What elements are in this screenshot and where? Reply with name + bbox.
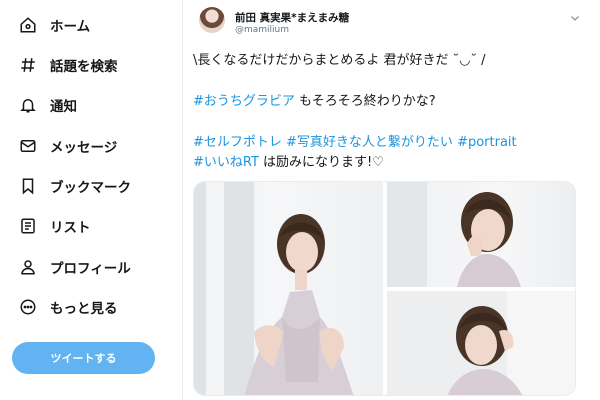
hashtag-link[interactable]: #いいねRT	[193, 155, 259, 170]
author-display-name[interactable]: 前田 真実果*まえまみ糖	[235, 10, 349, 25]
hashtag-link[interactable]: #写真好きな人と繋がりたい	[282, 135, 453, 150]
sidebar-item-label: 話題を検索	[50, 59, 118, 75]
photo-top-right[interactable]	[387, 182, 575, 287]
hashtag-link[interactable]: #セルフポトレ	[193, 135, 282, 150]
chevron-down-icon[interactable]	[567, 10, 583, 26]
sidebar-item-label: プロフィール	[50, 261, 131, 277]
sidebar-item-lists[interactable]: リスト	[18, 212, 91, 240]
home-icon	[18, 15, 38, 35]
tweet-card: 前田 真実果*まえまみ糖 @mamilium \長くなるだけだからまとめるよ 君…	[183, 0, 600, 400]
sidebar-item-more[interactable]: もっと見る	[18, 293, 118, 321]
hashtag-link[interactable]: #おうちグラビア	[193, 94, 295, 109]
sidebar-item-label: ホーム	[50, 19, 91, 35]
mail-icon	[18, 136, 38, 156]
tweet-text-line: #おうちグラビア もそろそろ終わりかな?	[193, 93, 436, 111]
more-icon	[18, 297, 38, 317]
list-icon	[18, 216, 38, 236]
sidebar-item-label: もっと見る	[50, 301, 118, 317]
sidebar-item-label: リスト	[50, 220, 91, 236]
tweet-button[interactable]: ツイートする	[12, 342, 155, 374]
sidebar-item-profile[interactable]: プロフィール	[18, 253, 131, 281]
sidebar-item-label: ブックマーク	[50, 180, 131, 196]
sidebar-item-explore[interactable]: 話題を検索	[18, 51, 118, 79]
tweet-text: は励みになります!♡	[258, 155, 384, 170]
sidebar-item-bookmarks[interactable]: ブックマーク	[18, 172, 131, 200]
sidebar-item-home[interactable]: ホーム	[18, 11, 90, 39]
bell-icon	[18, 95, 38, 115]
sidebar-item-notifications[interactable]: 通知	[18, 91, 77, 119]
bookmark-icon	[18, 176, 38, 196]
sidebar-nav: ホーム 話題を検索 通知 メッセージ ブックマーク リスト プロフィール もっと…	[0, 0, 182, 400]
tweet-text-line: \長くなるだけだからまとめるよ 君が好きだ ˘◡˘ /	[193, 53, 486, 68]
sidebar-item-messages[interactable]: メッセージ	[18, 132, 117, 160]
sidebar-item-label: メッセージ	[50, 140, 118, 156]
avatar[interactable]	[199, 7, 225, 33]
hashtag-icon	[18, 55, 38, 75]
tweet-text-line: #いいねRT は励みになります!♡	[193, 154, 384, 172]
media-grid	[193, 181, 576, 396]
person-icon	[18, 257, 38, 277]
author-handle[interactable]: @mamilium	[235, 25, 289, 35]
photo-main[interactable]	[194, 182, 383, 395]
tweet-text: もそろそろ終わりかな?	[294, 94, 436, 109]
hashtag-link[interactable]: #portrait	[453, 135, 517, 150]
tweet-text-line: #セルフポトレ #写真好きな人と繋がりたい #portrait	[193, 134, 517, 152]
photo-bottom-right[interactable]	[387, 291, 575, 395]
sidebar-item-label: 通知	[50, 99, 77, 115]
